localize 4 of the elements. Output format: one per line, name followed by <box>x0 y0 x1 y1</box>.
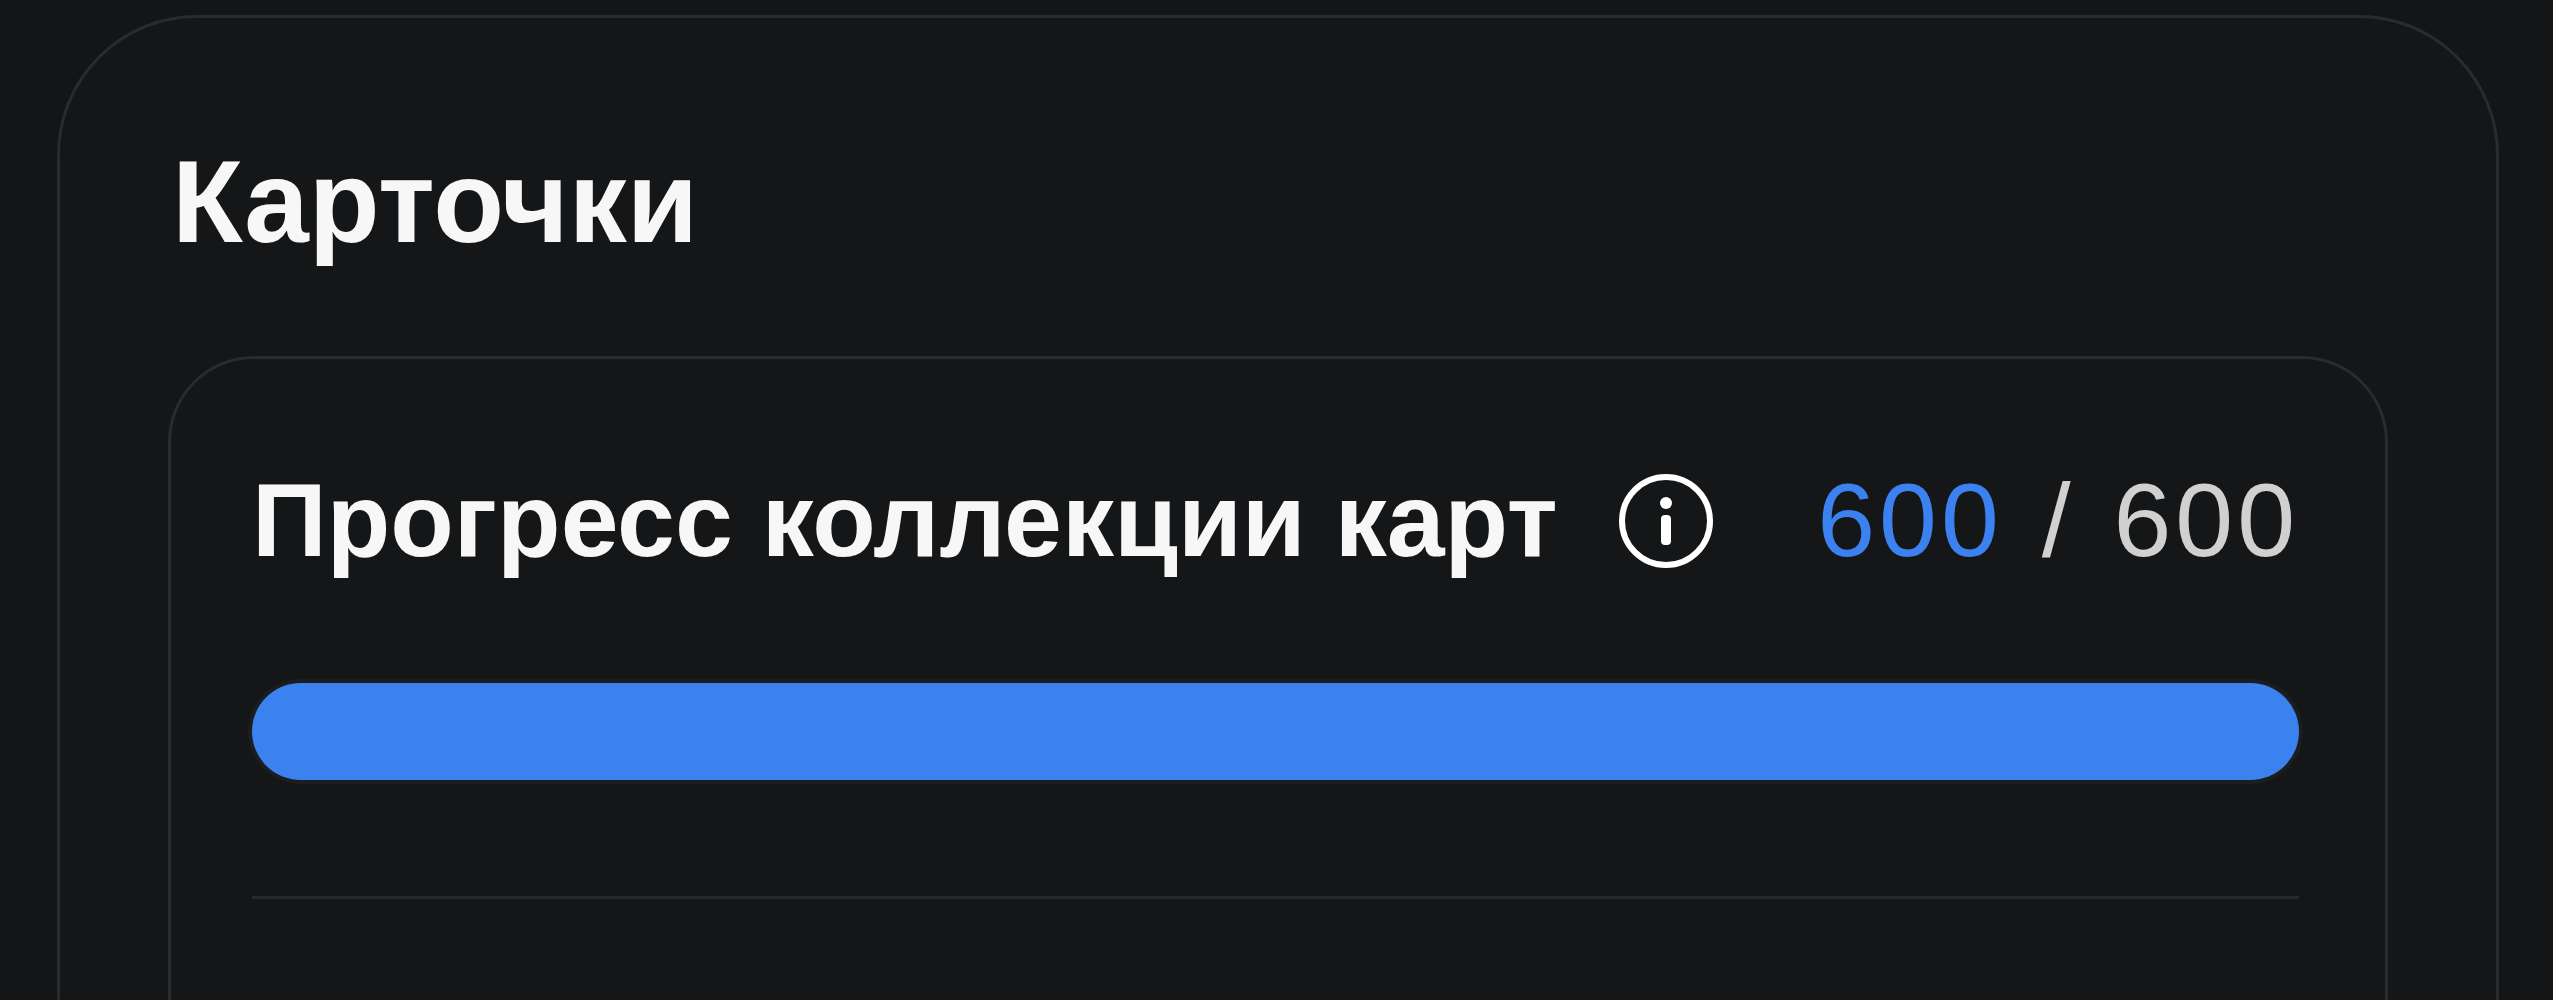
progress-label: Прогресс коллекции карт <box>252 461 1558 581</box>
section-title: Карточки <box>172 136 699 269</box>
progress-count: 600 / 600 <box>1817 461 2299 581</box>
info-icon[interactable] <box>1617 472 1714 569</box>
